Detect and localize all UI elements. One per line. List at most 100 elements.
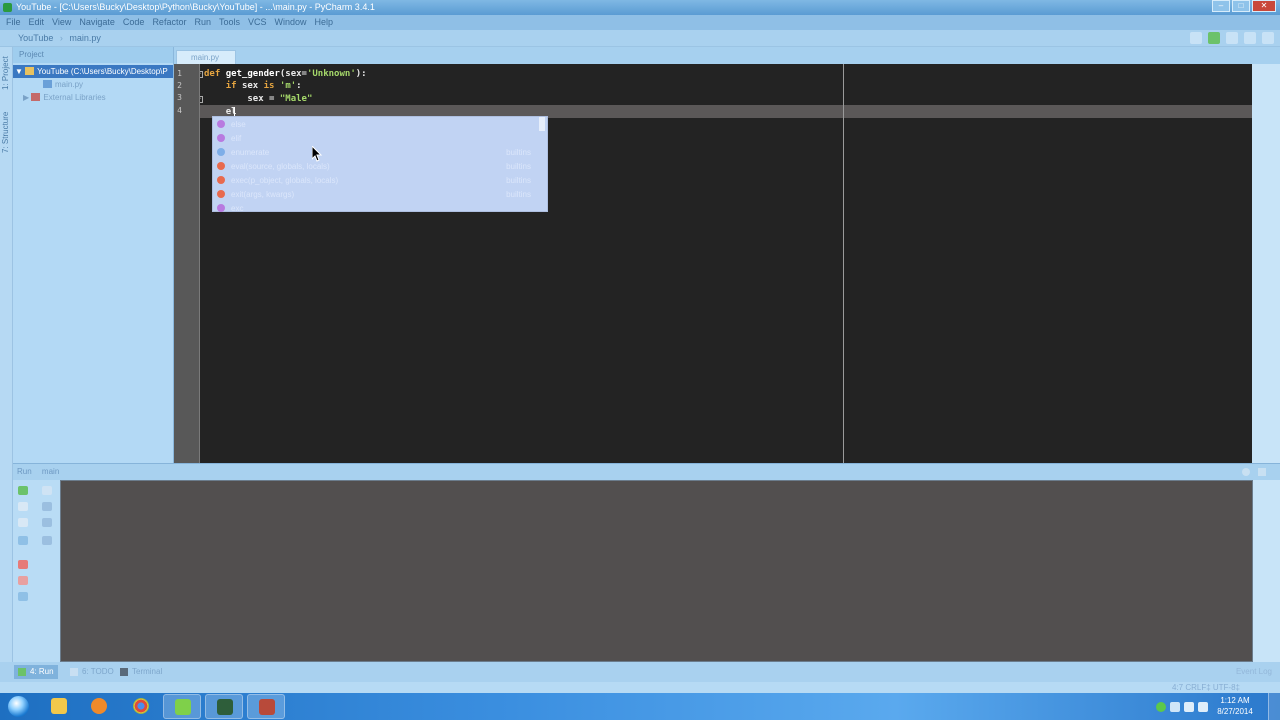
stop-icon[interactable] [18,502,28,511]
cursor-position[interactable]: 4:7 CRLF‡ UTF-8‡ [1172,682,1240,693]
menu-refactor[interactable]: Refactor [152,15,186,30]
help-icon[interactable] [18,592,28,601]
editor-gutter: 1 2 3 4 [174,64,200,463]
pycharm-app-icon [3,3,12,12]
menu-file[interactable]: File [6,15,21,30]
console-scrollbar[interactable] [1253,480,1280,662]
tree-item-external-libraries[interactable]: ▶ External Libraries [13,91,173,104]
soft-wrap-icon[interactable] [42,518,52,527]
menu-view[interactable]: View [52,15,71,30]
tab-event-log[interactable]: Event Log [1236,665,1272,679]
taskbar-media-player[interactable] [80,694,118,719]
string-literal: "Male" [279,94,313,104]
menu-vcs[interactable]: VCS [248,15,267,30]
clear-icon[interactable] [18,576,28,585]
run-icon[interactable] [1208,32,1220,44]
completion-item[interactable]: elif [217,132,543,146]
tree-item-main-py[interactable]: main.py [13,78,173,91]
taskbar-explorer[interactable] [40,694,78,719]
window-title: YouTube - [C:\Users\Bucky\Desktop\Python… [16,2,375,12]
completion-item[interactable]: enumerate builtins [217,146,543,160]
chrome-icon [133,698,149,714]
maximize-button[interactable]: □ [1232,0,1250,12]
network-icon[interactable] [1184,702,1194,712]
popup-scroll-thumb[interactable] [539,117,545,131]
pause-icon[interactable] [18,518,28,527]
editor-tab-main-py[interactable]: main.py [176,50,236,64]
tool-tab-project[interactable]: 1: Project [1,53,12,93]
hide-panel-icon[interactable] [1258,468,1266,476]
breadcrumb-file[interactable]: main.py [69,33,101,43]
completion-item[interactable]: else [217,118,543,132]
code-line-2[interactable]: if sex is 'm': [204,80,302,92]
project-panel-header[interactable]: Project [13,47,173,63]
debug-icon[interactable] [1226,32,1238,44]
taskbar-terminal[interactable] [205,694,243,719]
library-icon [31,93,41,101]
pycharm-icon [175,699,191,715]
tree-item-project-root[interactable]: ▼ YouTube (C:\Users\Bucky\Desktop\P [13,65,173,78]
completion-item[interactable]: exit(args, kwargs) builtins [217,188,543,202]
tab-todo[interactable]: 6: TODO [66,665,118,679]
minimize-button[interactable]: – [1212,0,1230,12]
fold-collapse-icon[interactable]: − [200,71,203,78]
tree-item-label: main.py [55,80,84,89]
project-panel: Project ▼ YouTube (C:\Users\Bucky\Deskto… [13,47,174,463]
menu-tools[interactable]: Tools [219,15,240,30]
completion-item[interactable]: eval(source, globals, locals) builtins [217,160,543,174]
rerun-icon[interactable] [18,486,28,495]
tray-flag-icon[interactable] [1170,702,1180,712]
restore-layout-icon[interactable] [18,536,28,545]
settings-gear-icon[interactable] [1242,468,1250,476]
volume-icon[interactable] [1198,702,1208,712]
taskbar-pycharm[interactable] [163,694,201,719]
function-name: get_gender [225,69,280,79]
tab-label: 4: Run [30,667,54,676]
project-tree: ▼ YouTube (C:\Users\Bucky\Desktop\P main… [13,63,173,104]
scroll-down-icon[interactable] [42,502,52,511]
menu-code[interactable]: Code [123,15,145,30]
completion-item[interactable]: exec(p_object, globals, locals) builtins [217,174,543,188]
menu-edit[interactable]: Edit [29,15,45,30]
editor-scrollbar[interactable] [1252,64,1280,463]
completion-label: exec(p_object, globals, locals) [231,176,339,185]
line-number: 3 [177,93,182,102]
run-console-output[interactable] [60,480,1253,662]
completion-source: builtins [506,162,531,171]
menu-help[interactable]: Help [315,15,334,30]
line-number: 4 [177,106,182,115]
settings-icon[interactable] [1244,32,1256,44]
close-run-icon[interactable] [18,560,28,569]
fold-end-icon[interactable]: − [200,96,203,103]
navigation-bar: YouTube › main.py [0,30,1280,47]
collapse-arrow-icon[interactable]: ▶ [23,93,29,102]
tab-terminal[interactable]: Terminal [116,665,166,679]
expand-arrow-icon[interactable]: ▼ [15,67,23,76]
menu-navigate[interactable]: Navigate [79,15,115,30]
breadcrumb-project[interactable]: YouTube [18,33,53,43]
close-button[interactable]: ✕ [1252,0,1276,12]
tab-label: 6: TODO [82,667,114,676]
code-line-1[interactable]: def get_gender(sex='Unknown'): [204,68,367,80]
print-icon[interactable] [42,536,52,545]
tab-run[interactable]: 4: Run [14,665,58,679]
menu-run[interactable]: Run [194,15,211,30]
show-desktop-button[interactable] [1268,693,1280,720]
run-config-icon[interactable] [1190,32,1202,44]
scroll-up-icon[interactable] [42,486,52,495]
taskbar-pycharm-console[interactable] [247,694,285,719]
start-button[interactable] [2,693,34,720]
help-icon[interactable] [1262,32,1274,44]
menu-window[interactable]: Window [275,15,307,30]
folder-icon [25,67,35,75]
tool-tab-structure[interactable]: 7: Structure [1,107,12,157]
pycharm-console-icon [259,699,275,715]
taskbar-chrome[interactable] [122,694,160,719]
tray-status-icon[interactable] [1156,702,1166,712]
run-config-tab[interactable]: main [42,467,59,476]
completion-item[interactable]: exc [217,202,543,212]
system-clock[interactable]: 1:12 AM 8/27/2014 [1214,695,1256,717]
autocomplete-popup[interactable]: else elif enumerate builtins eval(source,… [212,116,548,212]
code-line-3[interactable]: sex = "Male" [204,93,312,105]
